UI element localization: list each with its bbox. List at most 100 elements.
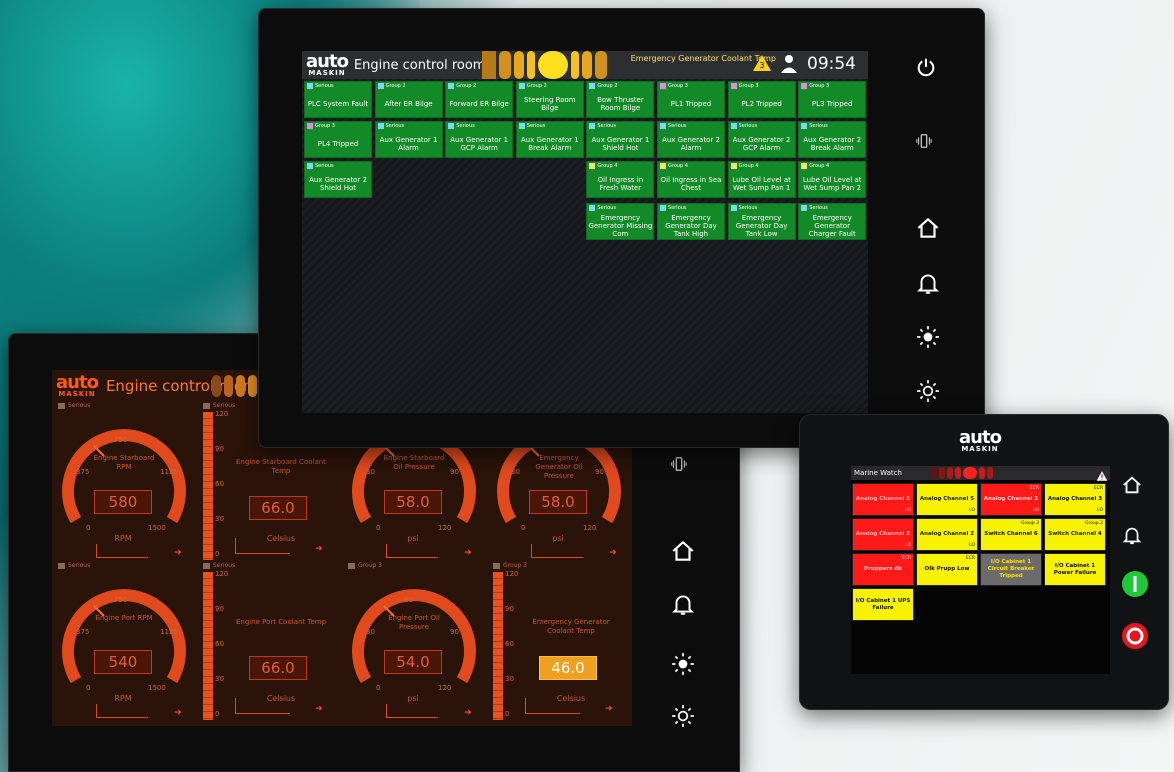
alarm-tile[interactable]: Serious Emergency Generator Day Tank Low [727, 203, 796, 240]
arrow-icon[interactable]: ➜ [464, 708, 472, 718]
gauge-group-label: Serious [58, 402, 90, 409]
tile-group-text: Serious [809, 205, 828, 211]
alarm-tile[interactable]: Group 2 Steering Room Bilge [515, 81, 584, 118]
alarm-tile[interactable]: Serious Aux Generator 2 Break Alarm [798, 121, 867, 158]
group-color-swatch [377, 123, 384, 129]
alarm-tile[interactable]: Serious PLC System Fault [304, 81, 372, 118]
alarm-tile[interactable]: I/O Cabinet 1 Power Failure [1044, 553, 1106, 586]
brightness-up-icon[interactable] [670, 651, 696, 677]
page-title: Engine control room [353, 57, 486, 73]
alarm-tile[interactable]: Group 2 Bow Thruster Room Bilge [586, 81, 655, 118]
alarm-tile[interactable]: Serious Emergency Generator Charger Fault [798, 203, 867, 240]
start-button[interactable] [1121, 570, 1149, 598]
alarm-tile[interactable]: Group 3 PL4 Tripped [304, 121, 372, 158]
bell-icon[interactable] [670, 591, 696, 617]
group-color-swatch [307, 163, 313, 169]
bell-icon[interactable] [1121, 524, 1143, 546]
warning-icon[interactable]: 3 [752, 53, 772, 73]
alarm-tile[interactable]: Serious Aux Generator 1 Alarm [374, 121, 443, 158]
alarm-tile[interactable]: Switch Channel 4 Group 2 [1044, 518, 1106, 551]
brightness-down-icon[interactable] [670, 703, 696, 729]
top-header: auto MASKIN Engine control room Emergenc… [302, 51, 868, 79]
alarm-tile[interactable]: I/O Cabinet 1 Circuit Breaker Tripped [980, 553, 1042, 586]
alarm-tile[interactable]: Serious Emergency Generator Missing Com [586, 203, 655, 240]
bar-gauge[interactable]: Group 3 120 90 60 30 0 Emergency Generator Coo… [487, 562, 632, 724]
tile-group-label: Group 2 [448, 83, 476, 89]
alarm-tile[interactable]: Group 4 Lube Oil Level at Wet Sump Pan 1 [727, 161, 796, 198]
vibrate-icon[interactable] [670, 455, 688, 473]
alarm-tile[interactable]: Switch Channel 6 Group 3 [980, 518, 1042, 551]
dial-gauge[interactable]: Serious 750 375 1125 0 1500 Engine Port RPM 540… [52, 562, 197, 724]
arrow-icon[interactable]: ➜ [315, 544, 323, 554]
tile-group-text: Group 2 [1085, 521, 1103, 526]
dial-gauge[interactable]: Group 3 60 30 90 0 120 Engine Port Oil Pressur… [342, 562, 487, 724]
tile-group-text: Group 3 [738, 83, 759, 89]
home-icon[interactable] [1121, 474, 1143, 496]
alarm-tile[interactable]: Serious Aux Generator 2 Shield Hot [304, 161, 372, 198]
tile-label: I/O Cabinet 1 Circuit Breaker Tripped [987, 559, 1035, 579]
user-icon[interactable] [780, 54, 798, 74]
group-color-swatch [730, 205, 737, 211]
bell-icon[interactable] [915, 270, 941, 296]
stop-button[interactable] [1121, 622, 1149, 650]
arrow-icon[interactable]: ➜ [605, 704, 613, 714]
tile-group-label: Group 2 [518, 83, 547, 89]
alarm-tile[interactable]: Group 4 Oil Ingress in Fresh Water [586, 161, 655, 198]
brightness-up-icon[interactable] [915, 324, 941, 350]
tile-group-label: Group 2 [589, 83, 617, 89]
gauge-value: 46.0 [539, 656, 597, 680]
warning-icon[interactable] [1096, 467, 1108, 481]
alarm-tile[interactable]: Group 3 PL2 Tripped [727, 81, 796, 118]
arrow-icon[interactable]: ➜ [464, 548, 472, 558]
alarm-tile[interactable]: Group 3 PL1 Tripped [657, 81, 725, 118]
alarm-tile[interactable]: Analog Channel 2 ECR LO [980, 483, 1042, 516]
alarm-tile[interactable]: I/O Cabinet 1 UPS Failure [852, 588, 914, 621]
alarm-tile[interactable]: Group 3 PL3 Tripped [798, 81, 867, 118]
alarm-tile[interactable]: Serious Aux Generator 1 Break Alarm [515, 121, 584, 158]
arrow-icon[interactable]: ➜ [315, 704, 323, 714]
tile-group-label: Serious [589, 205, 616, 211]
home-icon[interactable] [915, 215, 941, 241]
bar-gauge[interactable]: Serious 120 90 60 30 0 Engine Port Coolant Tem… [197, 562, 342, 724]
alarm-tile[interactable]: Serious Aux Generator 2 Alarm [657, 121, 725, 158]
alarm-tile[interactable]: Analog Channel 3 ECR LO [1044, 483, 1106, 516]
alarm-tile[interactable]: Analog Channel 2 LO [852, 518, 914, 551]
alarm-tile[interactable]: Group 2 Forward ER Bilge [445, 81, 514, 118]
home-icon[interactable] [670, 538, 696, 564]
arrow-icon[interactable]: ➜ [609, 548, 617, 558]
arrow-icon[interactable]: ➜ [174, 708, 182, 718]
tile-label: Forward ER Bilge [449, 99, 509, 108]
brand-logo: auto MASKIN [306, 51, 349, 77]
alarm-tile[interactable]: Analog Channel 5 LO [916, 483, 978, 516]
tile-group-text: Serious [315, 163, 334, 169]
tile-group-text: Serious [385, 123, 405, 129]
tile-group-text: Group 4 [668, 163, 688, 169]
right-screen: Marine Watch Analog Channel 5 LO Analog Ch… [851, 466, 1110, 674]
alarm-tile[interactable]: Pruppers dk ECR [852, 553, 914, 586]
arrow-icon[interactable]: ➜ [174, 548, 182, 558]
tile-group-text: Serious [809, 123, 828, 129]
alarm-tile[interactable]: Serious Aux Generator 2 GCP Alarm [727, 121, 796, 158]
tick-label: 30 [215, 675, 224, 683]
vibrate-icon[interactable] [915, 132, 933, 150]
dial-gauge[interactable]: Serious 750 375 1125 0 1500 Engine Starboard R… [52, 402, 197, 564]
alarm-tile[interactable]: Analog Channel 5 LO [852, 483, 914, 516]
gauge-unit: psi [552, 534, 564, 543]
tile-group-label: Serious [377, 123, 405, 129]
top-screen: auto MASKIN Engine control room Emergenc… [302, 51, 868, 413]
alarm-tile[interactable]: Analog Channel 2 LO [916, 518, 978, 551]
tile-label: Aux Generator 2 Alarm [662, 135, 720, 152]
alarm-tile[interactable]: Serious Aux Generator 1 Shield Hot [586, 121, 655, 158]
alarm-tile[interactable]: Group 2 After ER Bilge [374, 81, 443, 118]
tick-label: 1500 [148, 524, 166, 532]
alarm-tile[interactable]: Olk Prupp Low ECR [916, 553, 978, 586]
alarm-tile[interactable]: Group 4 Lube Oil Level at Wet Sump Pan 2 [798, 161, 867, 198]
alarm-tile[interactable]: Group 4 Oil Ingress in Sea Chest [657, 161, 725, 198]
power-icon[interactable] [915, 56, 937, 78]
tile-group-text: Serious [597, 123, 616, 129]
brightness-down-icon[interactable] [915, 378, 941, 404]
alarm-tile[interactable]: Serious Aux Generator 1 GCP Alarm [445, 121, 514, 158]
tick-label: 0 [376, 684, 381, 692]
tick-label: 1500 [148, 684, 166, 692]
alarm-tile[interactable]: Serious Emergency Generator Day Tank High [657, 203, 725, 240]
